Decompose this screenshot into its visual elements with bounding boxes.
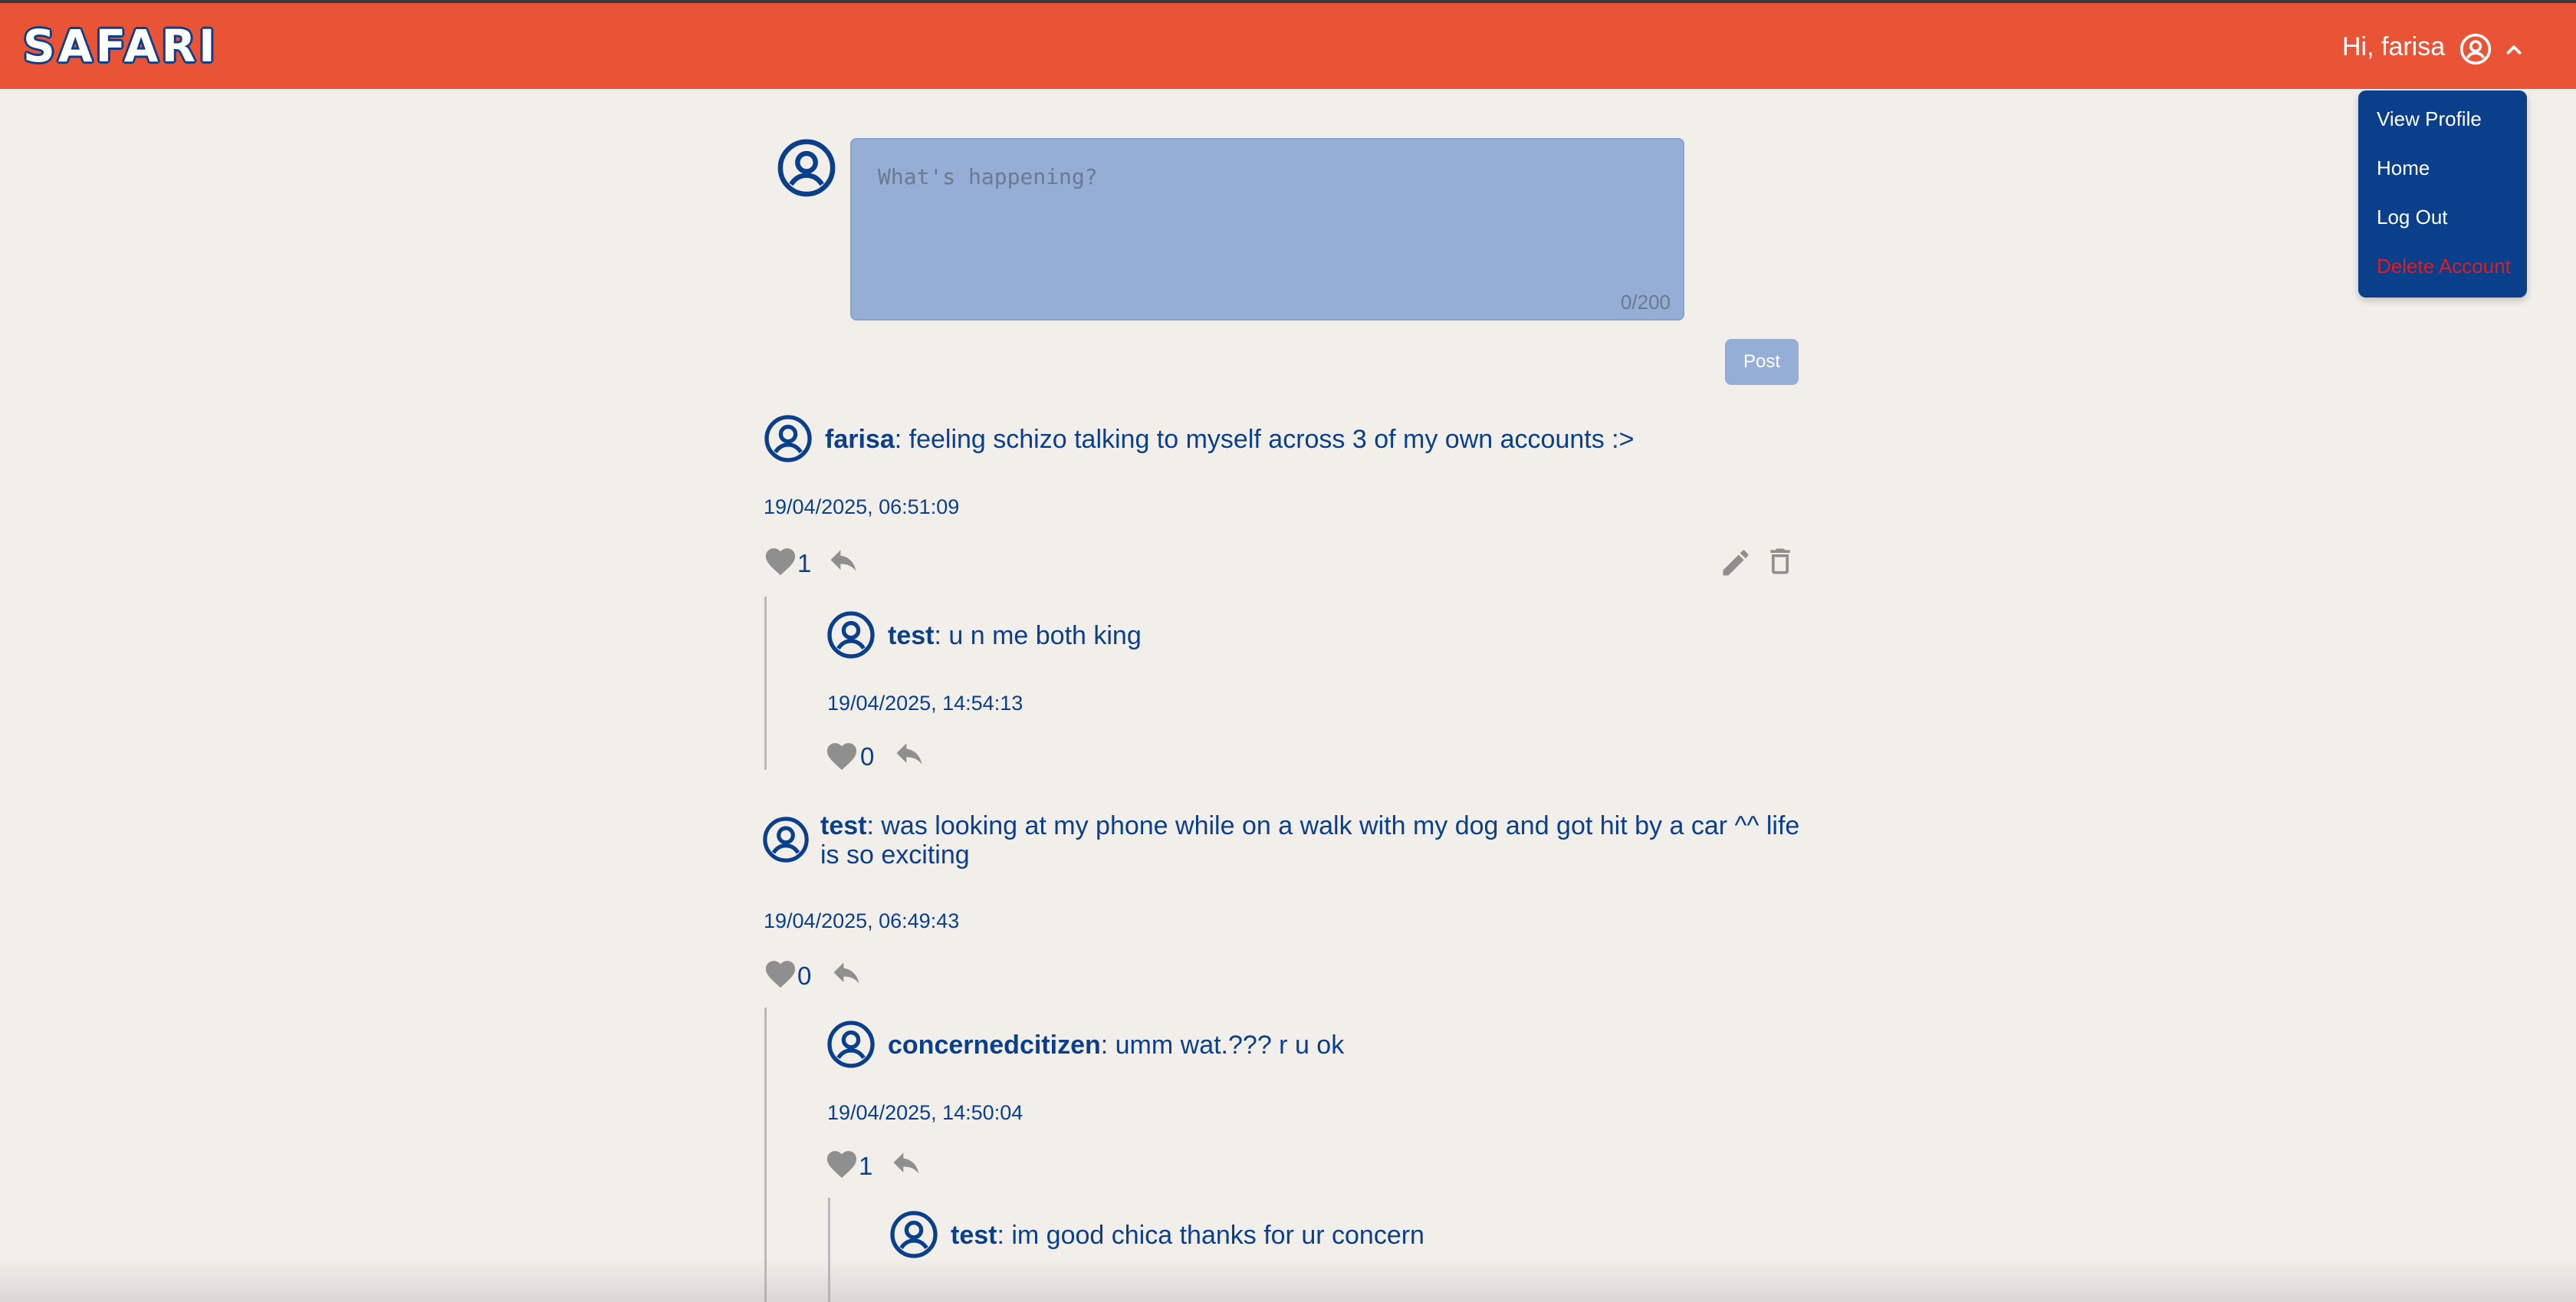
post-username[interactable]: test (888, 621, 934, 650)
like-heart-icon[interactable] (825, 1149, 859, 1179)
post-content: farisa: feeling schizo talking to myself… (825, 425, 1791, 454)
like-heart-icon[interactable] (764, 546, 797, 577)
post-username[interactable]: test (951, 1221, 997, 1250)
post-text: : im good chica thanks for ur concern (997, 1221, 1424, 1250)
like-heart-icon[interactable] (764, 958, 797, 989)
post-text: : umm wat.??? r u ok (1100, 1031, 1345, 1060)
post-button[interactable]: Post (1725, 339, 1799, 385)
menu-item-view-profile[interactable]: View Profile (2377, 107, 2482, 131)
user-avatar-icon[interactable] (762, 816, 810, 863)
menu-item-log-out[interactable]: Log Out (2377, 205, 2448, 229)
post-text: : was looking at my phone while on a wal… (820, 811, 1800, 870)
logo[interactable]: SAFARI (23, 20, 219, 72)
menu-item-home[interactable]: Home (2377, 156, 2430, 180)
reply-icon[interactable] (828, 957, 865, 991)
like-count: 1 (797, 549, 812, 577)
post-username[interactable]: concernedcitizen (888, 1031, 1101, 1060)
edit-pencil-icon[interactable] (1719, 544, 1753, 581)
post-text: : feeling schizo talking to myself acros… (894, 425, 1635, 454)
account-dropdown-menu: View Profile Home Log Out Delete Account (2358, 90, 2527, 298)
post-timestamp: 19/04/2025, 06:49:43 (764, 909, 960, 932)
character-counter: 0/200 (1620, 291, 1671, 314)
post-timestamp: 19/04/2025, 06:51:09 (764, 495, 960, 518)
user-greeting: Hi, farisa (2342, 32, 2446, 61)
post-timestamp: 19/04/2025, 14:50:04 (827, 1101, 1024, 1124)
user-avatar-icon[interactable] (826, 1020, 876, 1069)
reply-icon[interactable] (888, 1147, 925, 1181)
thread-line (764, 597, 767, 770)
user-avatar-icon[interactable] (889, 1210, 938, 1259)
reply-content: test: im good chica thanks for ur concer… (951, 1221, 1756, 1250)
post-timestamp: 19/04/2025, 14:54:13 (827, 692, 1024, 715)
post-username[interactable]: test (820, 811, 866, 840)
reply-icon[interactable] (891, 738, 928, 771)
reply-icon[interactable] (825, 544, 862, 578)
like-count: 0 (797, 962, 812, 990)
post-composer: 0/200 (850, 138, 1684, 321)
composer-avatar-icon (777, 139, 836, 197)
user-account-icon[interactable] (2459, 32, 2492, 66)
post-username[interactable]: farisa (825, 425, 895, 454)
reply-content: concernedcitizen: umm wat.??? r u ok (888, 1031, 1731, 1060)
scroll-fade (0, 1258, 2576, 1302)
like-count: 0 (860, 742, 875, 771)
user-avatar-icon[interactable] (826, 610, 876, 659)
post-input[interactable] (876, 163, 1646, 288)
post-text: : u n me both king (934, 621, 1142, 650)
like-count: 1 (859, 1152, 873, 1180)
user-avatar-icon[interactable] (764, 414, 813, 463)
menu-item-delete-account[interactable]: Delete Account (2377, 255, 2511, 278)
post-content: test: was looking at my phone while on a… (820, 811, 1809, 870)
reply-content: test: u n me both king (888, 621, 1731, 650)
chevron-up-icon[interactable] (2502, 38, 2525, 61)
navbar: SAFARI Hi, farisa (0, 3, 2576, 89)
delete-trash-icon[interactable] (1763, 543, 1797, 580)
like-heart-icon[interactable] (825, 741, 859, 771)
